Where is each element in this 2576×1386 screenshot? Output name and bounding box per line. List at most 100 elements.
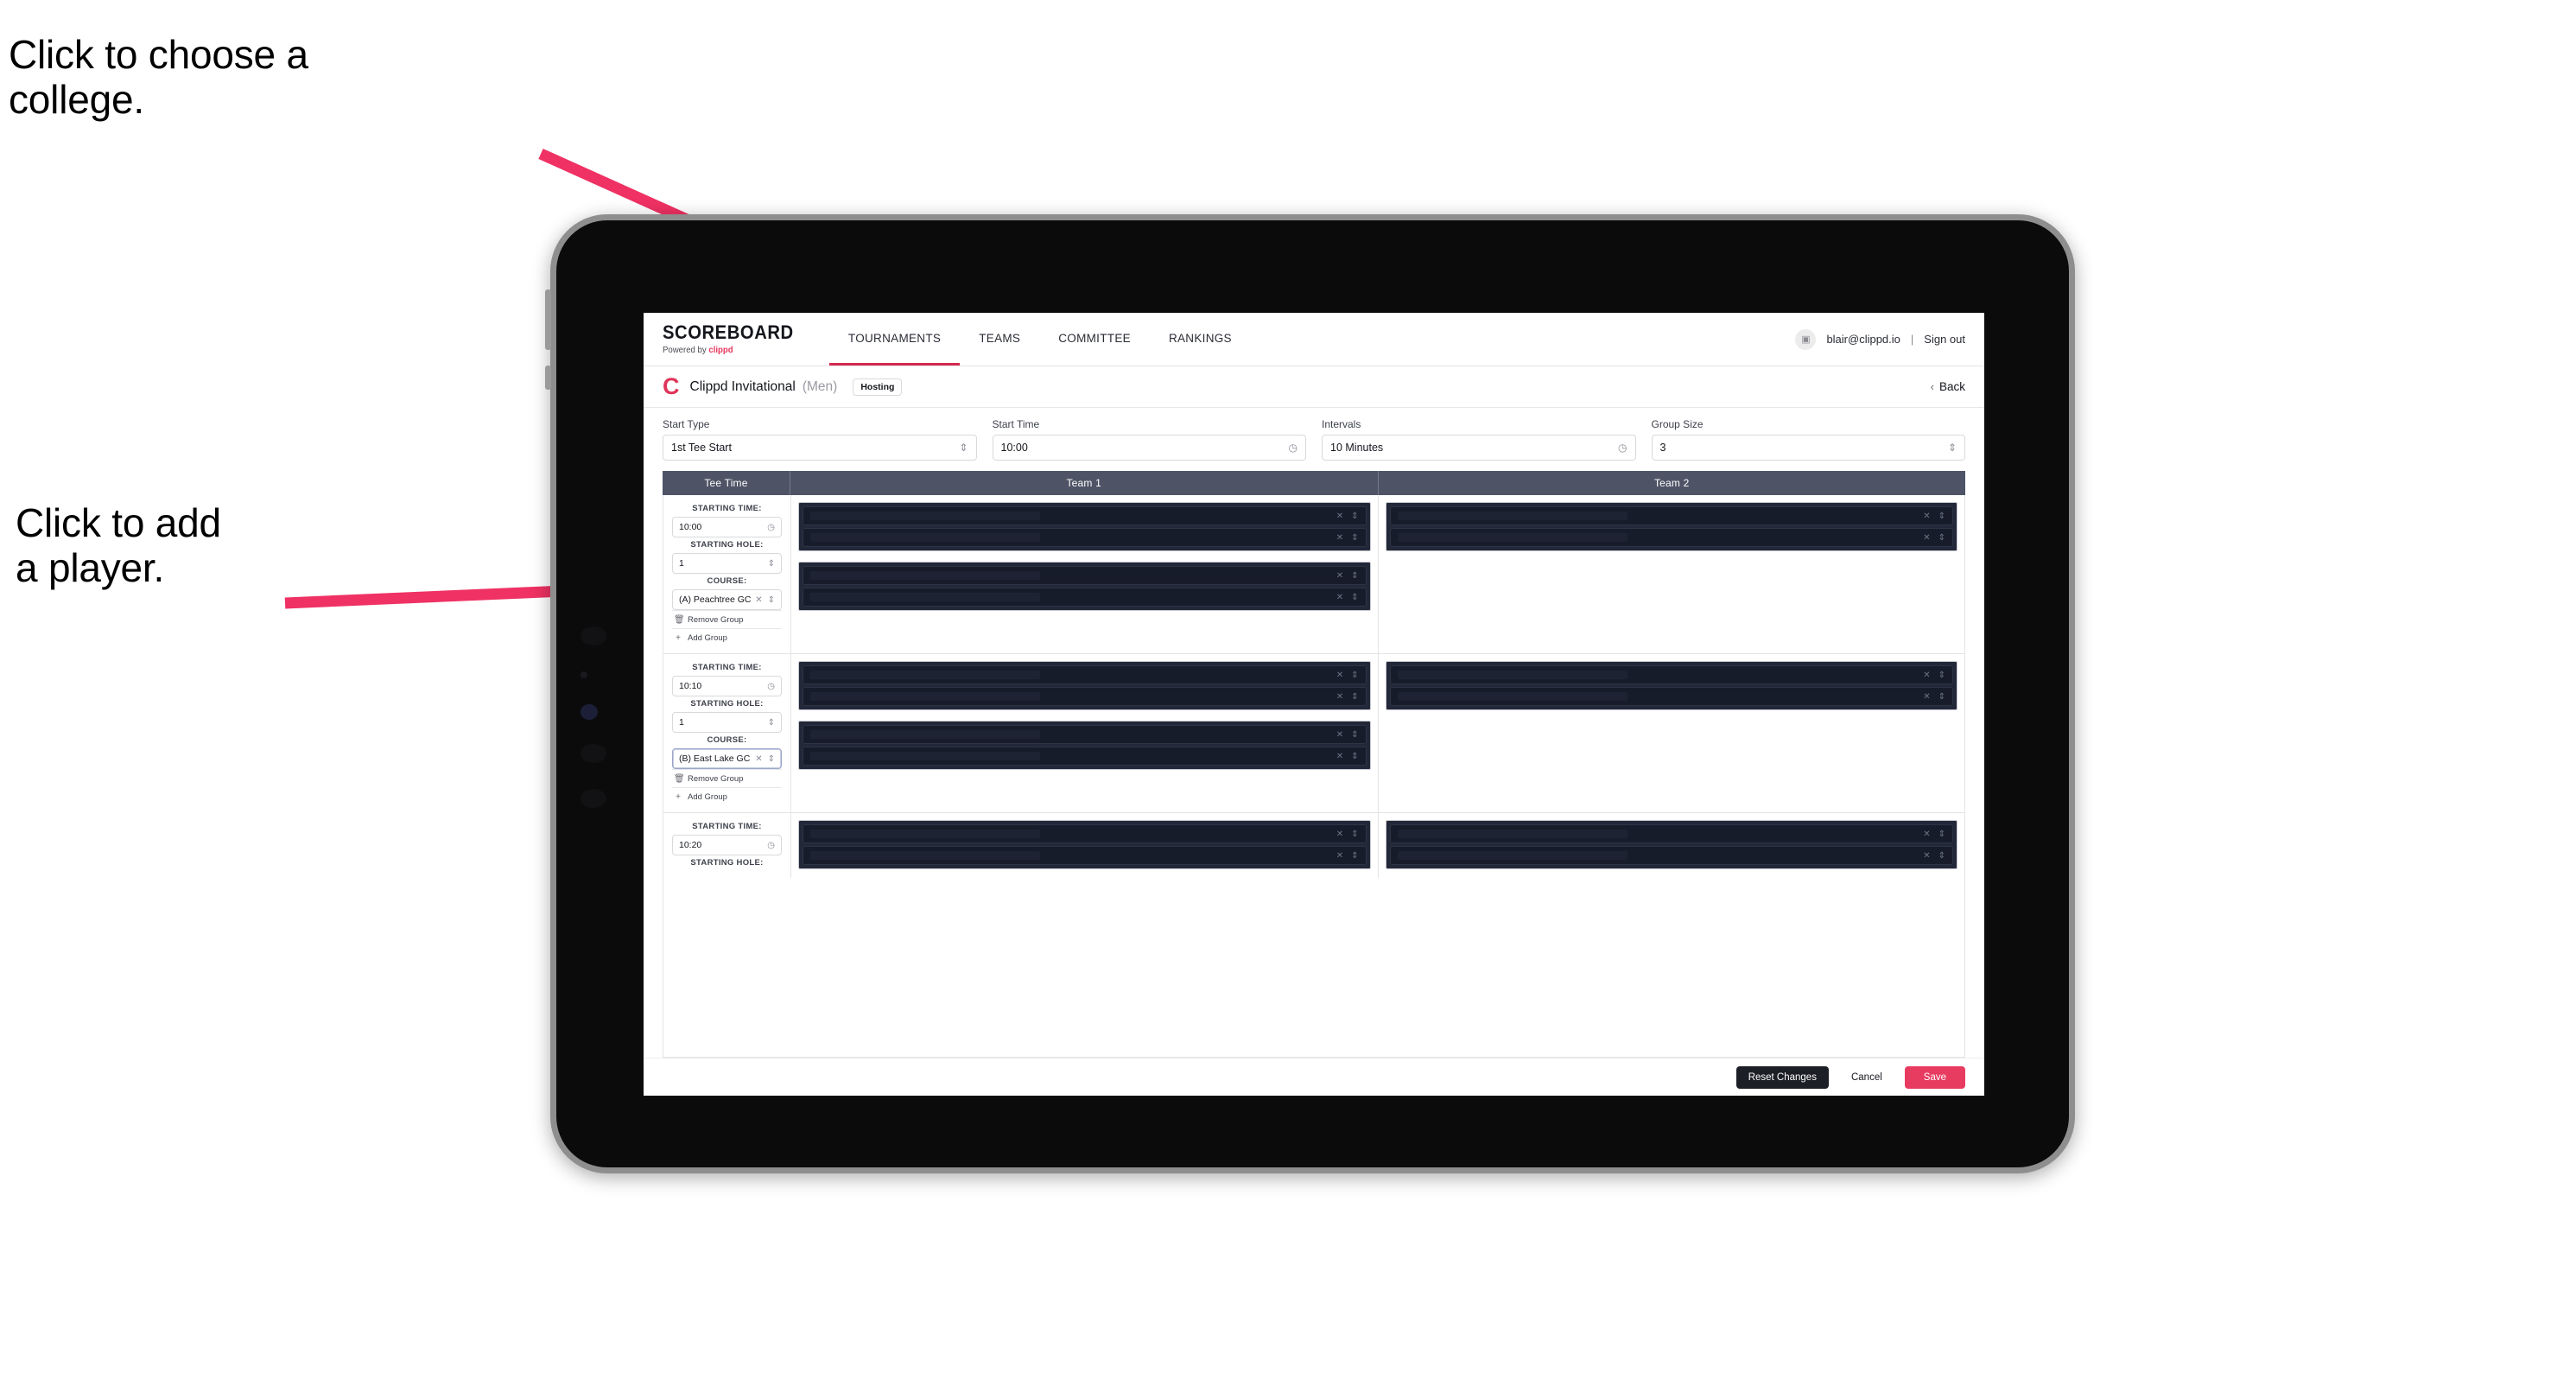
stepper-icon[interactable]: ⇕ <box>1948 442 1957 453</box>
clear-icon[interactable]: ✕ <box>1336 512 1343 521</box>
stepper-icon[interactable]: ⇕ <box>1351 533 1358 543</box>
player-select-row[interactable]: ✕ ⇕ <box>803 824 1367 843</box>
course-select[interactable]: (B) East Lake GC ✕ ⇕ <box>672 748 782 769</box>
start-time-input[interactable]: 10:00 ◷ <box>992 435 1306 461</box>
nav-tab-rankings[interactable]: RANKINGS <box>1150 313 1251 366</box>
brand-logo[interactable]: SCOREBOARD Powered by clippd <box>663 313 829 366</box>
save-button[interactable]: Save <box>1904 1065 1965 1089</box>
starting-hole-input[interactable]: 1 ⇕ <box>672 712 782 733</box>
player-select-row[interactable]: ✕ ⇕ <box>803 506 1367 525</box>
player-name-redacted <box>810 571 1041 580</box>
stepper-icon[interactable]: ⇕ <box>1938 851 1945 861</box>
player-select-row[interactable]: ✕ ⇕ <box>1389 506 1953 525</box>
stepper-icon[interactable]: ⇕ <box>768 559 775 569</box>
stepper-icon[interactable]: ⇕ <box>1938 512 1945 521</box>
player-select-row[interactable]: ✕ ⇕ <box>1389 824 1953 843</box>
clear-icon[interactable]: ✕ <box>1336 533 1343 543</box>
player-select-row[interactable]: ✕ ⇕ <box>803 588 1367 607</box>
stepper-icon[interactable]: ⇕ <box>1351 730 1358 740</box>
player-select-row[interactable]: ✕ ⇕ <box>803 747 1367 766</box>
group-size-select[interactable]: 3 ⇕ <box>1651 435 1965 461</box>
stepper-icon[interactable]: ⇕ <box>768 754 775 764</box>
clock-icon[interactable]: ◷ <box>767 682 775 691</box>
clear-icon[interactable]: ✕ <box>1336 692 1343 702</box>
clear-icon[interactable]: ✕ <box>1336 851 1343 861</box>
player-group-block[interactable]: ✕ ⇕ ✕ ⇕ <box>1385 661 1957 710</box>
player-group-block[interactable]: ✕ ⇕ ✕ ⇕ <box>798 661 1371 710</box>
tee-times-table-body[interactable]: STARTING TIME: 10:00 ◷ STARTING HOLE: 1 ⇕ COUR… <box>663 495 1965 1058</box>
player-group-block[interactable]: ✕ ⇕ ✕ ⇕ <box>1385 820 1957 869</box>
stepper-icon[interactable]: ⇕ <box>1351 830 1358 839</box>
stepper-icon[interactable]: ⇕ <box>1351 671 1358 680</box>
nav-tab-teams[interactable]: TEAMS <box>960 313 1039 366</box>
stepper-icon[interactable]: ⇕ <box>1938 533 1945 543</box>
clear-icon[interactable]: ✕ <box>1923 692 1930 702</box>
sign-out-link[interactable]: Sign out <box>1924 333 1965 346</box>
clear-icon[interactable]: ✕ <box>755 595 762 605</box>
reset-changes-button[interactable]: Reset Changes <box>1735 1065 1829 1089</box>
player-select-row[interactable]: ✕ ⇕ <box>1389 846 1953 865</box>
clear-icon[interactable]: ✕ <box>1923 851 1930 861</box>
clear-icon[interactable]: ✕ <box>1923 533 1930 543</box>
nav-tab-tournaments[interactable]: TOURNAMENTS <box>828 313 961 366</box>
remove-group-button[interactable]: 🗑 Remove Group <box>672 769 782 787</box>
player-select-row[interactable]: ✕ ⇕ <box>803 665 1367 684</box>
clear-icon[interactable]: ✕ <box>1336 830 1343 839</box>
clear-icon[interactable]: ✕ <box>1336 752 1343 761</box>
player-select-row[interactable]: ✕ ⇕ <box>803 725 1367 744</box>
stepper-icon[interactable]: ⇕ <box>1351 692 1358 702</box>
add-group-button[interactable]: + Add Group <box>672 628 782 646</box>
player-group-block[interactable]: ✕ ⇕ ✕ ⇕ <box>798 502 1371 551</box>
clear-icon[interactable]: ✕ <box>1336 593 1343 602</box>
clear-icon[interactable]: ✕ <box>1923 512 1930 521</box>
stepper-icon[interactable]: ⇕ <box>1938 830 1945 839</box>
clear-icon[interactable]: ✕ <box>1336 671 1343 680</box>
back-button[interactable]: ‹ Back <box>1931 380 1965 393</box>
clock-icon[interactable]: ◷ <box>767 841 775 850</box>
player-select-row[interactable]: ✕ ⇕ <box>1389 528 1953 547</box>
clear-icon[interactable]: ✕ <box>1336 730 1343 740</box>
intervals-input[interactable]: 10 Minutes ◷ <box>1322 435 1636 461</box>
clear-icon[interactable]: ✕ <box>1923 671 1930 680</box>
cancel-button[interactable]: Cancel <box>1841 1066 1893 1089</box>
player-select-row[interactable]: ✕ ⇕ <box>1389 665 1953 684</box>
player-group-block[interactable]: ✕ ⇕ ✕ ⇕ <box>1385 502 1957 551</box>
player-group-block[interactable]: ✕ ⇕ ✕ ⇕ <box>798 562 1371 611</box>
stepper-icon[interactable]: ⇕ <box>1938 671 1945 680</box>
clock-icon[interactable]: ◷ <box>1289 442 1298 453</box>
start-type-select[interactable]: 1st Tee Start ⇕ <box>663 435 977 461</box>
stepper-icon[interactable]: ⇕ <box>1351 571 1358 581</box>
player-group-block[interactable]: ✕ ⇕ ✕ ⇕ <box>798 820 1371 869</box>
nav-tab-committee[interactable]: COMMITTEE <box>1039 313 1150 366</box>
stepper-icon[interactable]: ⇕ <box>1351 512 1358 521</box>
stepper-icon[interactable]: ⇕ <box>959 442 968 453</box>
remove-group-button[interactable]: 🗑 Remove Group <box>672 610 782 628</box>
player-select-row[interactable]: ✕ ⇕ <box>1389 687 1953 706</box>
stepper-icon[interactable]: ⇕ <box>1351 593 1358 602</box>
device-sensor-icon <box>581 744 606 763</box>
clock-icon[interactable]: ◷ <box>767 523 775 532</box>
starting-hole-label: STARTING HOLE: <box>690 858 764 868</box>
player-select-row[interactable]: ✕ ⇕ <box>803 528 1367 547</box>
stepper-icon[interactable]: ⇕ <box>768 718 775 728</box>
clear-icon[interactable]: ✕ <box>755 754 762 764</box>
add-group-button[interactable]: + Add Group <box>672 787 782 805</box>
clear-icon[interactable]: ✕ <box>1336 571 1343 581</box>
starting-time-input[interactable]: 10:00 ◷ <box>672 517 782 537</box>
starting-time-input[interactable]: 10:20 ◷ <box>672 835 782 855</box>
player-select-row[interactable]: ✕ ⇕ <box>803 687 1367 706</box>
stepper-icon[interactable]: ⇕ <box>1938 692 1945 702</box>
stepper-icon[interactable]: ⇕ <box>1351 752 1358 761</box>
course-select[interactable]: (A) Peachtree GC ✕ ⇕ <box>672 589 782 610</box>
avatar[interactable]: ▣ <box>1795 328 1817 350</box>
clear-icon[interactable]: ✕ <box>1923 830 1930 839</box>
player-select-row[interactable]: ✕ ⇕ <box>803 846 1367 865</box>
clock-icon[interactable]: ◷ <box>1618 442 1627 453</box>
stepper-icon[interactable]: ⇕ <box>768 595 775 605</box>
player-group-block[interactable]: ✕ ⇕ ✕ ⇕ <box>798 721 1371 770</box>
player-row-icons: ✕ ⇕ <box>1336 851 1359 861</box>
stepper-icon[interactable]: ⇕ <box>1351 851 1358 861</box>
starting-time-input[interactable]: 10:10 ◷ <box>672 676 782 696</box>
player-select-row[interactable]: ✕ ⇕ <box>803 566 1367 585</box>
starting-hole-input[interactable]: 1 ⇕ <box>672 553 782 574</box>
